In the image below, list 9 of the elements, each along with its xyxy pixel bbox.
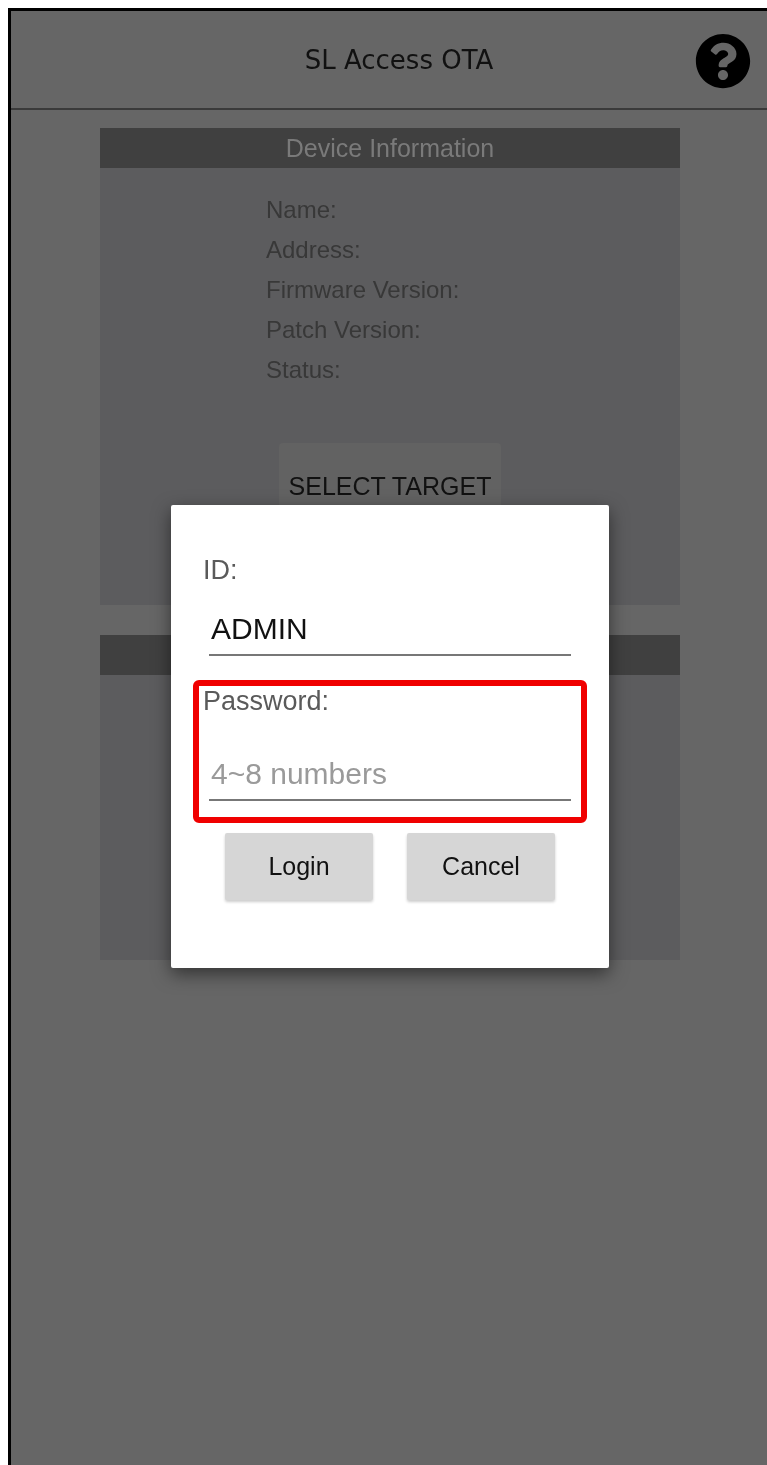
input-field[interactable]: 4~8 numbers — [209, 757, 571, 801]
app-title: SL Access OTA — [303, 44, 494, 75]
help-icon[interactable] — [695, 33, 751, 89]
login-button[interactable]: Login — [225, 833, 373, 900]
field-label: Password: — [203, 686, 330, 717]
cancel-button[interactable]: Cancel — [407, 833, 555, 900]
panel-header: Device Information — [100, 128, 680, 168]
field-label: ID: — [203, 555, 238, 586]
input-field[interactable]: ADMIN — [209, 612, 571, 656]
